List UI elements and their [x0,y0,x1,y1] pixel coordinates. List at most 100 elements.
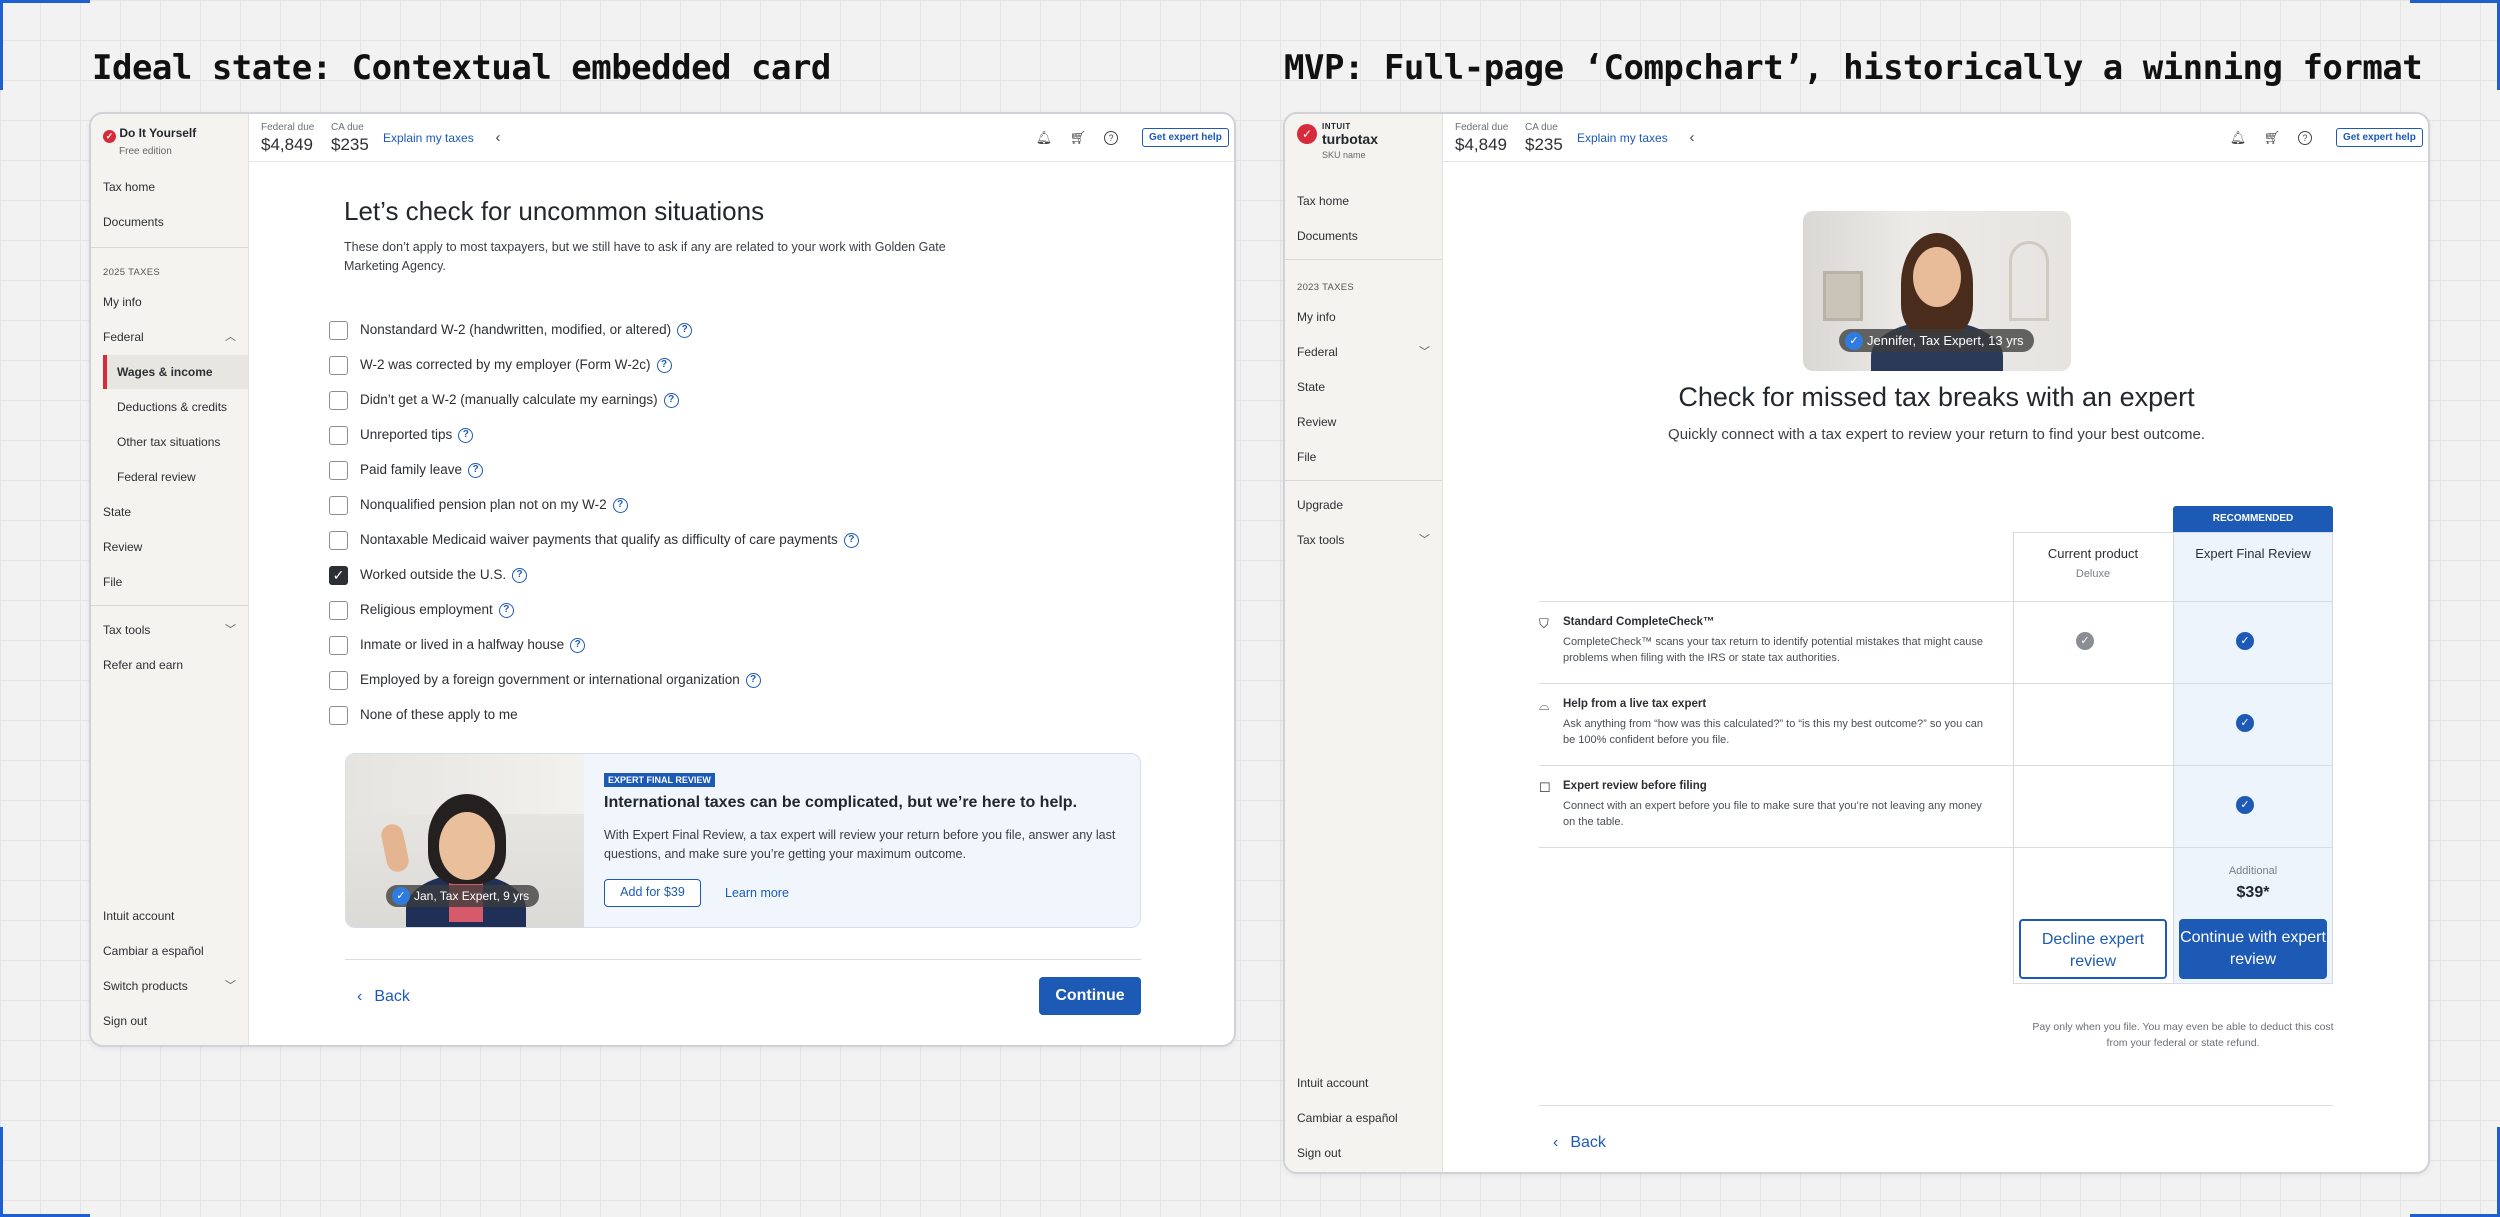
option-row[interactable]: Inmate or lived in a halfway house? [329,635,586,657]
sidebar-item-language[interactable]: Cambiar a español [103,934,248,968]
sidebar-item-federal[interactable]: Federal ︿ [103,320,248,354]
sidebar-item-my-info[interactable]: My info [1297,300,1442,334]
sidebar-item-switch-products[interactable]: Switch products ﹀ [103,969,248,1003]
help-circle-icon[interactable]: ? [745,672,761,688]
feature-description: CompleteCheck™ scans your tax return to … [1563,636,1984,664]
help-circle-icon[interactable]: ? [843,532,859,548]
option-row[interactable]: Nontaxable Medicaid waiver payments that… [329,530,859,552]
federal-due-amount: $4,849 [261,135,313,154]
sidebar-item-tax-tools[interactable]: Tax tools ﹀ [103,613,248,647]
option-row[interactable]: Employed by a foreign government or inte… [329,670,761,692]
get-expert-help-button[interactable]: Get expert help [2336,128,2423,147]
option-checkbox[interactable] [329,425,348,445]
option-row[interactable]: W-2 was corrected by my employer (Form W… [329,355,672,377]
cart-icon[interactable]: 🛒︎ [1069,129,1087,147]
expert-name: Jan, Tax Expert, 9 yrs [414,889,530,903]
sidebar-item-state[interactable]: State [1297,370,1442,404]
option-checkbox[interactable] [329,670,348,690]
option-checkbox[interactable] [329,390,348,410]
sidebar-item-federal-review[interactable]: Federal review [105,460,248,494]
sidebar-item-file[interactable]: File [103,565,248,599]
sidebar-item-review[interactable]: Review [103,530,248,564]
table-divider [1539,847,2333,848]
option-row[interactable]: None of these apply to me [329,705,518,727]
feature-row: ⛉ Standard CompleteCheck™ CompleteCheck™ s… [1539,616,1993,666]
collapse-chevron-icon[interactable]: ‹ [1683,129,1701,147]
option-checkbox[interactable] [329,635,348,655]
bell-icon[interactable]: 🔔︎ [1035,129,1053,147]
help-circle-icon[interactable]: ? [677,322,693,338]
chevron-down-icon: ﹀ [1419,534,1430,546]
sidebar-item-tax-home[interactable]: Tax home [103,170,248,204]
option-checkbox[interactable] [329,460,348,480]
sidebar-item-language[interactable]: Cambiar a español [1297,1101,1442,1135]
option-row[interactable]: Nonstandard W-2 (handwritten, modified, … [329,320,693,342]
continue-expert-review-button[interactable]: Continue with expert review [2179,919,2327,979]
sidebar-item-sign-out[interactable]: Sign out [1297,1136,1442,1170]
expert-final-review-header: Expert Final Review [2195,546,2311,561]
help-circle-icon[interactable]: ? [512,567,528,583]
collapse-chevron-icon[interactable]: ‹ [489,129,507,147]
sidebar-item-other-tax-situations[interactable]: Other tax situations [105,425,248,459]
option-row[interactable]: ✓ Worked outside the U.S.? [329,565,528,587]
sidebar-item-state[interactable]: State [103,495,248,529]
sidebar-section-label: 2025 TAXES [103,267,161,278]
sidebar-divider [1285,259,1442,260]
sidebar-item-intuit-account[interactable]: Intuit account [1297,1066,1442,1100]
option-checkbox[interactable] [329,355,348,375]
option-row[interactable]: Paid family leave? [329,460,484,482]
option-checkbox[interactable] [329,600,348,620]
explain-taxes-link[interactable]: Explain my taxes [1577,131,1668,145]
help-circle-icon[interactable]: ? [498,602,514,618]
photo-frame [1823,271,1863,321]
chat-review-icon: ☐ [1539,780,1551,795]
option-checkbox[interactable]: ✓ [329,565,348,585]
sidebar-item-federal[interactable]: Federal ﹀ [1297,335,1442,369]
sidebar-item-upgrade[interactable]: Upgrade [1297,488,1442,522]
sidebar-item-sign-out[interactable]: Sign out [103,1004,248,1038]
sidebar-item-review[interactable]: Review [1297,405,1442,439]
sidebar-item-my-info[interactable]: My info [103,285,248,319]
sidebar-item-refer-earn[interactable]: Refer and earn [103,648,248,682]
sidebar-item-documents[interactable]: Documents [1297,219,1442,253]
sidebar-item-documents[interactable]: Documents [103,205,248,239]
card-title: International taxes can be complicated, … [604,794,1078,811]
explain-taxes-link[interactable]: Explain my taxes [383,131,474,145]
back-button[interactable]: ‹ Back [357,988,410,1006]
sidebar-item-tax-home[interactable]: Tax home [1297,184,1442,218]
option-row[interactable]: Unreported tips? [329,425,474,447]
ideal-state-window: ✓ Do It Yourself Free edition Tax home D… [89,112,1236,1047]
back-button[interactable]: ‹ Back [1553,1134,1606,1152]
brand-name: Do It Yourself [119,126,197,140]
sidebar-item-intuit-account[interactable]: Intuit account [103,899,248,933]
option-checkbox[interactable] [329,495,348,515]
help-circle-icon[interactable]: ? [570,637,586,653]
current-product-name: Deluxe [2075,568,2111,580]
sidebar-divider [1285,480,1442,481]
get-expert-help-button[interactable]: Get expert help [1142,128,1229,147]
help-icon[interactable]: ? [2298,131,2312,145]
option-checkbox[interactable] [329,320,348,340]
bell-icon[interactable]: 🔔︎ [2229,129,2247,147]
option-checkbox[interactable] [329,705,348,725]
option-row[interactable]: Nonqualified pension plan not on my W-2? [329,495,628,517]
sidebar-item-deductions-credits[interactable]: Deductions & credits [105,390,248,424]
help-circle-icon[interactable]: ? [458,427,474,443]
option-row[interactable]: Religious employment? [329,600,514,622]
sidebar-item-wages-income[interactable]: Wages & income [103,355,248,389]
help-circle-icon[interactable]: ? [612,497,628,513]
help-icon[interactable]: ? [1104,131,1118,145]
option-checkbox[interactable] [329,530,348,550]
federal-due: Federal due $4,849 [1455,122,1508,155]
learn-more-link[interactable]: Learn more [725,886,789,900]
sidebar-item-tax-tools[interactable]: Tax tools ﹀ [1297,523,1442,557]
cart-icon[interactable]: 🛒︎ [2263,129,2281,147]
option-row[interactable]: Didn’t get a W-2 (manually calculate my … [329,390,679,412]
help-circle-icon[interactable]: ? [468,462,484,478]
add-expert-review-button[interactable]: Add for $39 [604,879,701,907]
sidebar-item-file[interactable]: File [1297,440,1442,474]
decline-expert-review-button[interactable]: Decline expert review [2019,919,2167,979]
help-circle-icon[interactable]: ? [663,392,679,408]
help-circle-icon[interactable]: ? [656,357,672,373]
continue-button[interactable]: Continue [1039,977,1141,1015]
